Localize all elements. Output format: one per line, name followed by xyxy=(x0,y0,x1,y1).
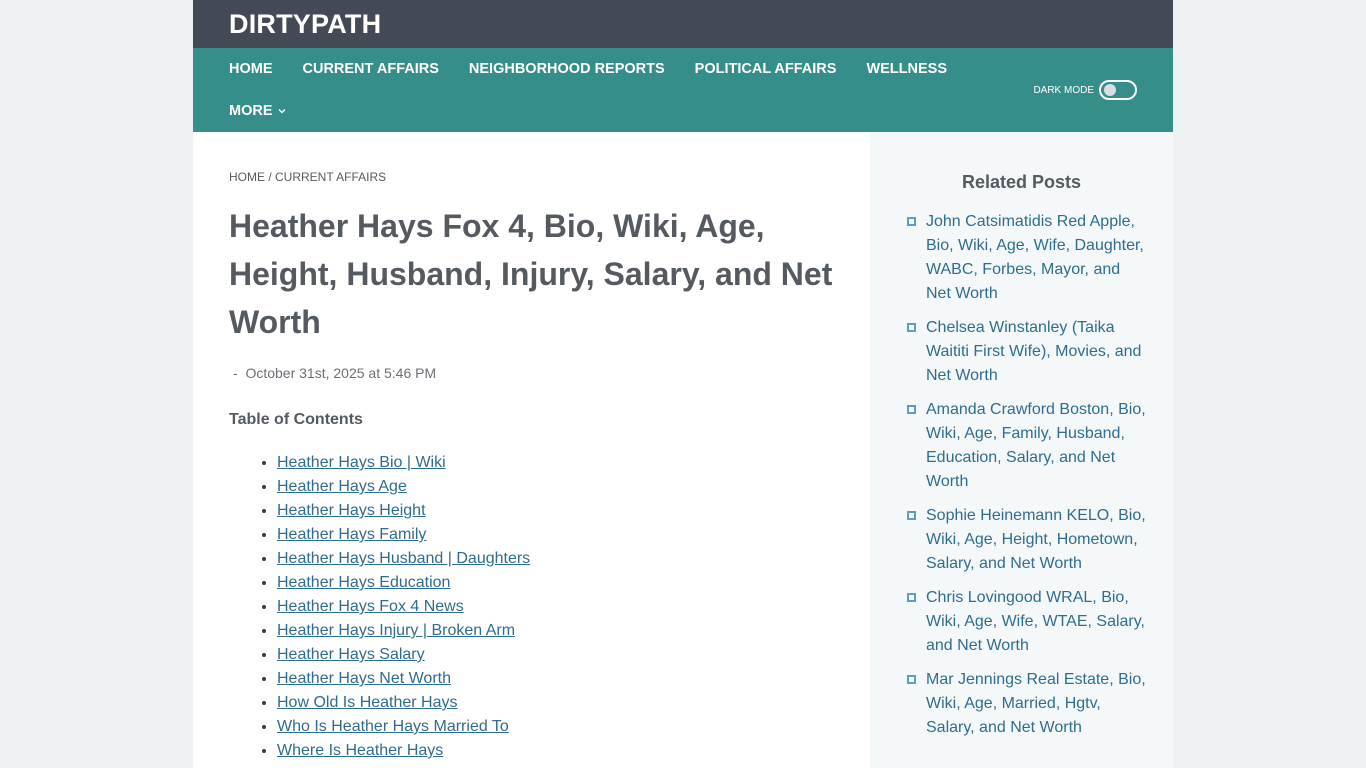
dark-mode-label: DARK MODE xyxy=(1033,84,1094,96)
toc-item: Heather Hays Husband | Daughters xyxy=(277,547,530,571)
toc-item: Heather Hays Fox 4 News xyxy=(277,595,530,619)
nav-wellness[interactable]: Wellness xyxy=(866,61,947,77)
toc-link[interactable]: Heather Hays Height xyxy=(277,502,426,519)
toc-link[interactable]: Heather Hays Injury | Broken Arm xyxy=(277,622,515,639)
toc-item: Who Is Heather Hays Married To xyxy=(277,715,530,739)
related-post-link[interactable]: Chris Lovingood WRAL, Bio, Wiki, Age, Wi… xyxy=(926,586,1147,658)
square-bullet-icon xyxy=(907,511,916,520)
main-content: HOME / CURRENT AFFAIRS Heather Hays Fox … xyxy=(193,132,870,768)
sidebar: Related Posts John Catsimatidis Red Appl… xyxy=(870,132,1173,768)
breadcrumb: HOME / CURRENT AFFAIRS xyxy=(229,170,386,184)
nav-home[interactable]: Home xyxy=(229,61,273,77)
article-meta: - October 31st, 2025 at 5:46 PM xyxy=(233,365,436,381)
breadcrumb-separator: / xyxy=(265,170,276,184)
square-bullet-icon xyxy=(907,323,916,332)
toc-item: Where Is Heather Hays xyxy=(277,739,530,763)
toc-link[interactable]: Heather Hays Net Worth xyxy=(277,670,451,687)
related-post-link[interactable]: Mar Jennings Real Estate, Bio, Wiki, Age… xyxy=(926,668,1147,740)
related-post-item: Sophie Heinemann KELO, Bio, Wiki, Age, H… xyxy=(907,504,1147,576)
dark-mode-toggle[interactable] xyxy=(1099,80,1137,100)
breadcrumb-current[interactable]: CURRENT AFFAIRS xyxy=(275,170,386,184)
related-post-link[interactable]: John Catsimatidis Red Apple, Bio, Wiki, … xyxy=(926,210,1147,306)
nav-row-secondary: More xyxy=(229,103,317,119)
square-bullet-icon xyxy=(907,593,916,602)
toc-item: Heather Hays Injury | Broken Arm xyxy=(277,619,530,643)
article-title: Heather Hays Fox 4, Bio, Wiki, Age, Heig… xyxy=(229,208,833,340)
related-post-link[interactable]: Sophie Heinemann KELO, Bio, Wiki, Age, H… xyxy=(926,504,1147,576)
toc-link[interactable]: Heather Hays Education xyxy=(277,574,450,591)
square-bullet-icon xyxy=(907,217,916,226)
nav-more[interactable]: More xyxy=(229,103,287,119)
toc-item: How Old Is Heather Hays xyxy=(277,691,530,715)
related-post-link[interactable]: Amanda Crawford Boston, Bio, Wiki, Age, … xyxy=(926,398,1147,494)
toc-item: Heather Hays Education xyxy=(277,571,530,595)
toc-link[interactable]: Heather Hays Age xyxy=(277,478,407,495)
breadcrumb-home[interactable]: HOME xyxy=(229,170,265,184)
toc-title: Table of Contents xyxy=(229,411,363,428)
nav-neighborhood-reports[interactable]: Neighborhood Reports xyxy=(469,61,665,77)
toc-link[interactable]: Heather Hays Family xyxy=(277,526,426,543)
toc-link[interactable]: Heather Hays Husband | Daughters xyxy=(277,550,530,567)
related-post-item: Mar Jennings Real Estate, Bio, Wiki, Age… xyxy=(907,668,1147,740)
article-date: October 31st, 2025 at 5:46 PM xyxy=(245,365,437,381)
toc-item: Heather Hays Age xyxy=(277,475,530,499)
square-bullet-icon xyxy=(907,675,916,684)
related-post-item: Chelsea Winstanley (Taika Waititi First … xyxy=(907,316,1147,388)
site-logo[interactable]: DIRTYPATH xyxy=(229,9,381,40)
toc-item: Heather Hays Family xyxy=(277,523,530,547)
nav-current-affairs[interactable]: Current Affairs xyxy=(303,61,439,77)
nav-more-label: More xyxy=(229,103,273,119)
toc-link[interactable]: Heather Hays Bio | Wiki xyxy=(277,454,446,471)
square-bullet-icon xyxy=(907,405,916,414)
related-post-item: Chris Lovingood WRAL, Bio, Wiki, Age, Wi… xyxy=(907,586,1147,658)
toc-item: Heather Hays Height xyxy=(277,499,530,523)
related-posts-list: John Catsimatidis Red Apple, Bio, Wiki, … xyxy=(907,210,1147,750)
site-header: DIRTYPATH xyxy=(193,0,1173,48)
chevron-down-icon xyxy=(278,109,285,114)
toc-link[interactable]: How Old Is Heather Hays xyxy=(277,694,458,711)
toc-item: Heather Hays Net Worth xyxy=(277,667,530,691)
related-post-link[interactable]: Chelsea Winstanley (Taika Waititi First … xyxy=(926,316,1147,388)
toc-item: Heather Hays Bio | Wiki xyxy=(277,451,530,475)
related-post-item: John Catsimatidis Red Apple, Bio, Wiki, … xyxy=(907,210,1147,306)
toc-link[interactable]: Where Is Heather Hays xyxy=(277,742,443,759)
toc-link[interactable]: Heather Hays Fox 4 News xyxy=(277,598,464,615)
meta-dash: - xyxy=(233,365,238,381)
toc-list: Heather Hays Bio | Wiki Heather Hays Age… xyxy=(277,451,530,763)
nav-row-primary: Home Current Affairs Neighborhood Report… xyxy=(229,61,977,77)
related-post-item: Amanda Crawford Boston, Bio, Wiki, Age, … xyxy=(907,398,1147,494)
page-wrapper: DIRTYPATH Home Current Affairs Neighborh… xyxy=(193,0,1173,768)
toc-item: Heather Hays Salary xyxy=(277,643,530,667)
nav-political-affairs[interactable]: Political Affairs xyxy=(695,61,837,77)
dark-mode-control: DARK MODE xyxy=(1033,80,1137,100)
related-posts-title: Related Posts xyxy=(961,172,1082,192)
toc-link[interactable]: Who Is Heather Hays Married To xyxy=(277,718,509,735)
toc-link[interactable]: Heather Hays Salary xyxy=(277,646,425,663)
toggle-knob xyxy=(1104,84,1116,96)
main-nav: Home Current Affairs Neighborhood Report… xyxy=(193,48,1173,132)
